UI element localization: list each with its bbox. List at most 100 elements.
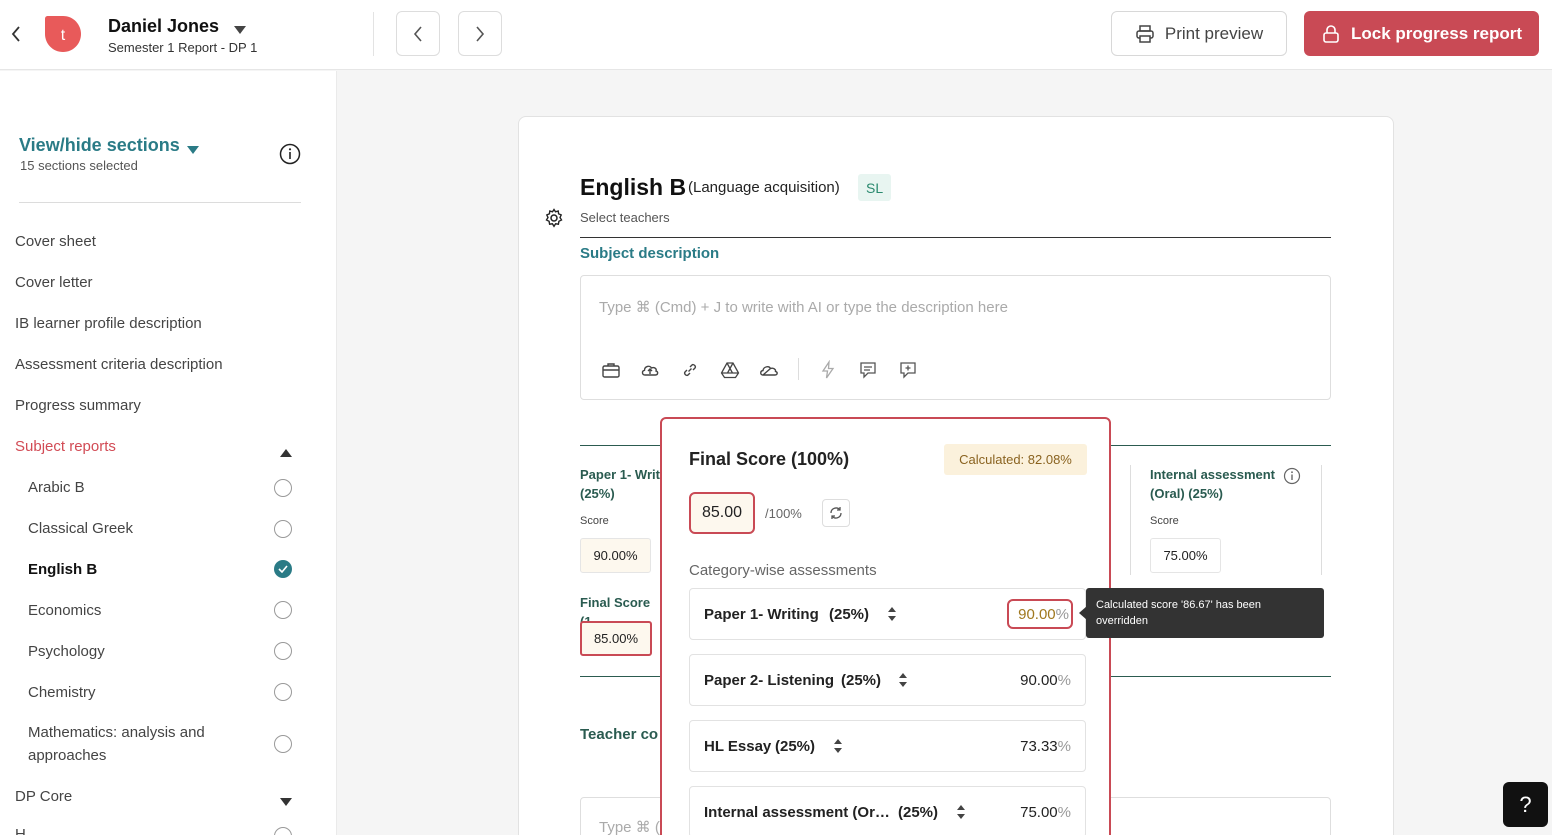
student-name[interactable]: Daniel Jones bbox=[108, 16, 219, 37]
sidebar-item-progress-summary[interactable]: Progress summary bbox=[15, 397, 141, 414]
link-icon[interactable] bbox=[680, 360, 700, 380]
sidebar-item-dp-core[interactable]: DP Core bbox=[15, 788, 72, 805]
caret-up-icon[interactable] bbox=[280, 444, 292, 462]
score-label: Score bbox=[1150, 515, 1179, 527]
category-score-value: 90.00 bbox=[1018, 605, 1056, 623]
reset-score-button[interactable] bbox=[822, 499, 850, 527]
radio-unchecked[interactable] bbox=[274, 735, 292, 753]
add-comment-icon[interactable] bbox=[898, 360, 918, 380]
caret-down-icon[interactable] bbox=[233, 22, 247, 34]
category-row: Paper 2- Listening (25%) 90.00% bbox=[689, 654, 1086, 706]
sidebar-subject-psychology[interactable]: Psychology bbox=[28, 643, 105, 660]
chevron-right-icon bbox=[476, 25, 485, 42]
percent-unit: % bbox=[1057, 804, 1071, 821]
sidebar-subject-english-b[interactable]: English B bbox=[28, 561, 97, 578]
description-placeholder: Type ⌘ (Cmd) + J to write with AI or typ… bbox=[599, 299, 1008, 316]
sidebar-item-assessment-criteria[interactable]: Assessment criteria description bbox=[15, 356, 223, 373]
sidebar-item-cover-sheet[interactable]: Cover sheet bbox=[15, 233, 96, 250]
sidebar-subject-mathematics[interactable]: Mathematics: analysis and bbox=[28, 724, 205, 741]
override-tooltip: Calculated score '86.67' has been overri… bbox=[1086, 588, 1324, 638]
lock-icon bbox=[1323, 24, 1339, 43]
category-score[interactable]: 73.33% bbox=[1020, 738, 1071, 755]
view-hide-sections-toggle[interactable]: View/hide sections bbox=[19, 135, 180, 156]
help-button[interactable]: ? bbox=[1503, 782, 1548, 827]
paper1-score-input[interactable]: 90.00% bbox=[580, 538, 651, 573]
next-button[interactable] bbox=[458, 11, 502, 56]
score-label: Score bbox=[580, 515, 609, 527]
gear-icon[interactable] bbox=[544, 208, 564, 228]
sidebar-item-cover-letter[interactable]: Cover letter bbox=[15, 274, 93, 291]
category-score[interactable]: 75.00% bbox=[1020, 804, 1071, 821]
sidebar-item-ib-learner-profile[interactable]: IB learner profile description bbox=[15, 315, 202, 332]
ia-label: Internal assessment bbox=[1150, 467, 1276, 482]
category-score-value: 73.33 bbox=[1020, 738, 1058, 755]
refresh-icon bbox=[830, 507, 842, 519]
sidebar-item-partial[interactable]: H bbox=[15, 826, 26, 835]
select-teachers-link[interactable]: Select teachers bbox=[580, 210, 670, 225]
briefcase-icon[interactable] bbox=[601, 360, 621, 380]
caret-down-icon[interactable] bbox=[187, 141, 199, 154]
print-preview-button[interactable]: Print preview bbox=[1111, 11, 1287, 56]
sort-icon[interactable] bbox=[898, 672, 908, 688]
category-row: Internal assessment (Or… (25%) 75.00% bbox=[689, 786, 1086, 835]
sort-icon[interactable] bbox=[887, 606, 897, 622]
cloud-upload-icon[interactable] bbox=[640, 360, 660, 380]
teacher-comment-heading: Teacher co bbox=[580, 726, 659, 743]
percent-unit: % bbox=[1057, 672, 1071, 689]
sort-icon[interactable] bbox=[833, 738, 843, 754]
check-circle-icon[interactable] bbox=[274, 560, 292, 578]
category-name: Internal assessment (Or… bbox=[704, 804, 890, 821]
final-score-override-input[interactable]: 85.00 bbox=[689, 492, 755, 534]
ia-score-input[interactable]: 75.00% bbox=[1150, 538, 1221, 573]
category-name: Paper 1- Writing bbox=[704, 606, 819, 623]
top-bar: t Daniel Jones Semester 1 Report - DP 1 … bbox=[0, 0, 1552, 70]
radio-unchecked[interactable] bbox=[274, 601, 292, 619]
sidebar-item-subject-reports[interactable]: Subject reports bbox=[15, 438, 116, 455]
final-score-input[interactable]: 85.00% bbox=[580, 621, 652, 656]
popover-title: Final Score (100%) bbox=[689, 449, 850, 469]
subject-group: (Language acquisition) bbox=[688, 179, 840, 196]
info-icon[interactable] bbox=[1283, 467, 1301, 490]
level-badge: SL bbox=[858, 174, 892, 201]
divider bbox=[580, 237, 1331, 238]
comment-icon[interactable] bbox=[858, 360, 878, 380]
category-name: HL Essay bbox=[704, 738, 772, 755]
sidebar-subject-classical-greek[interactable]: Classical Greek bbox=[28, 520, 133, 537]
caret-down-icon[interactable] bbox=[280, 793, 292, 811]
sidebar-subject-mathematics-line2[interactable]: approaches bbox=[28, 747, 106, 764]
lightning-icon[interactable] bbox=[818, 359, 838, 380]
report-subtitle: Semester 1 Report - DP 1 bbox=[108, 40, 258, 55]
radio-unchecked[interactable] bbox=[274, 827, 292, 835]
category-weight: (25%) bbox=[841, 672, 882, 689]
sort-icon[interactable] bbox=[956, 804, 966, 820]
category-score-value: 90.00 bbox=[1020, 672, 1058, 689]
radio-unchecked[interactable] bbox=[274, 479, 292, 497]
onedrive-icon[interactable] bbox=[759, 360, 779, 380]
percent-unit: % bbox=[1057, 738, 1071, 755]
subject-description-editor[interactable]: Type ⌘ (Cmd) + J to write with AI or typ… bbox=[580, 275, 1331, 400]
sidebar-subject-arabic-b[interactable]: Arabic B bbox=[28, 479, 85, 496]
sidebar-subject-chemistry[interactable]: Chemistry bbox=[28, 684, 96, 701]
category-score[interactable]: 90.00% bbox=[1020, 672, 1071, 689]
sidebar-subject-economics[interactable]: Economics bbox=[28, 602, 101, 619]
paper1-column-label: Paper 1- Writ (25%) bbox=[580, 465, 670, 503]
google-drive-icon[interactable] bbox=[720, 360, 740, 380]
category-row: HL Essay (25%) 73.33% bbox=[689, 720, 1086, 772]
paper1-weight: (25%) bbox=[580, 486, 615, 501]
divider bbox=[1130, 465, 1131, 575]
lock-label: Lock progress report bbox=[1351, 23, 1522, 43]
radio-unchecked[interactable] bbox=[274, 683, 292, 701]
radio-unchecked[interactable] bbox=[274, 642, 292, 660]
divider bbox=[1321, 465, 1322, 575]
info-icon[interactable] bbox=[279, 143, 301, 165]
prev-button[interactable] bbox=[396, 11, 440, 56]
category-score-override[interactable]: 90.00% bbox=[1007, 599, 1073, 629]
back-chevron-icon[interactable] bbox=[8, 24, 24, 44]
radio-unchecked[interactable] bbox=[274, 520, 292, 538]
print-preview-label: Print preview bbox=[1164, 23, 1264, 43]
paper1-label: Paper 1- Writ bbox=[580, 467, 660, 482]
category-weight: (25%) bbox=[898, 804, 939, 821]
sections-selected-count: 15 sections selected bbox=[20, 158, 138, 173]
category-wise-heading: Category-wise assessments bbox=[689, 562, 877, 579]
lock-progress-report-button[interactable]: Lock progress report bbox=[1304, 11, 1539, 56]
